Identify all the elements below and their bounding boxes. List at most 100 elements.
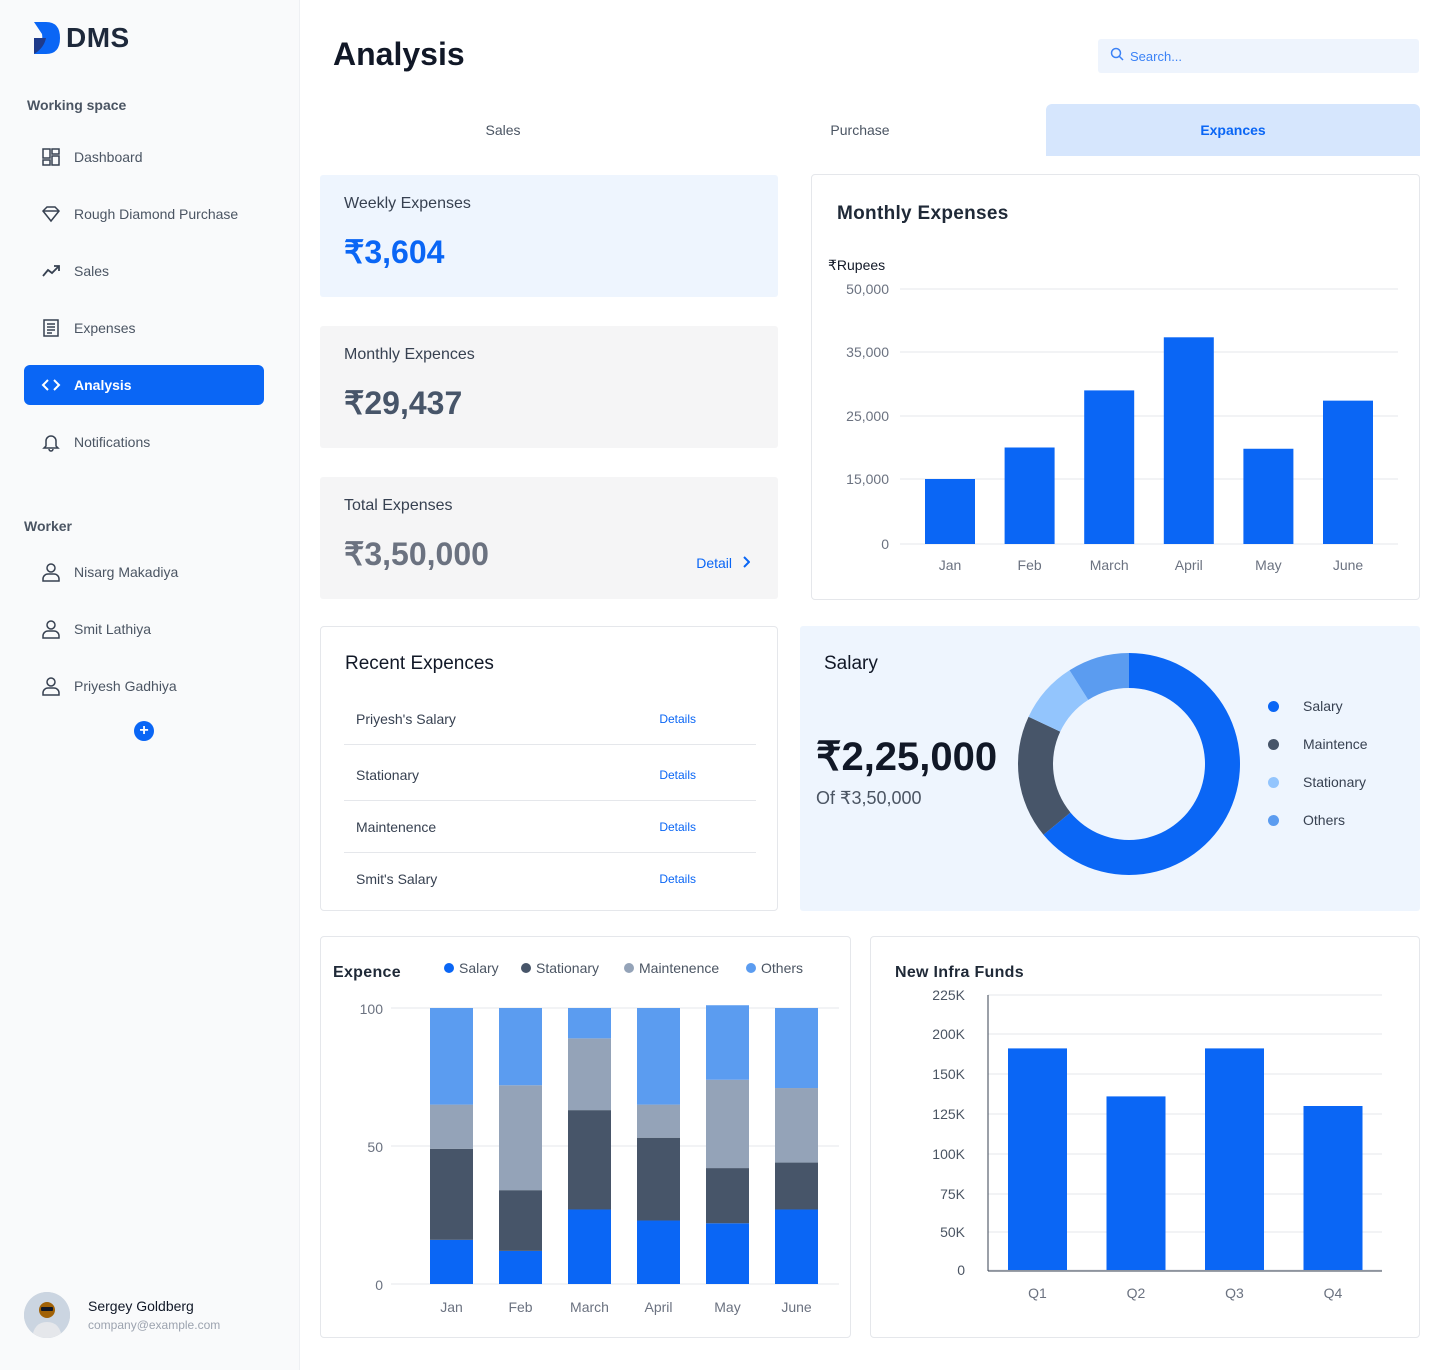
legend-dot (1268, 776, 1279, 788)
worker-item[interactable]: Priyesh Gadhiya (24, 666, 264, 706)
search-icon (1110, 47, 1124, 66)
search-bar[interactable] (1098, 39, 1419, 73)
bar-segment (499, 1008, 542, 1086)
tab-expances[interactable]: Expances (1046, 104, 1420, 156)
working-space-title: Working space (27, 97, 127, 113)
list-item: Maintenence Details (344, 801, 756, 853)
legend-dot (521, 963, 531, 973)
user-icon (40, 675, 62, 697)
bar (1243, 448, 1294, 544)
y-tick-label: 50,000 (846, 281, 889, 297)
details-link[interactable]: Details (659, 820, 696, 834)
chevron-right-icon (742, 555, 751, 571)
bar-segment (499, 1190, 542, 1251)
trend-icon (40, 260, 62, 282)
sidebar-item-notifications[interactable]: Notifications (24, 422, 264, 462)
sidebar-item-rough-diamond[interactable]: Rough Diamond Purchase (24, 194, 264, 234)
bar (1106, 1096, 1166, 1270)
stat-value: ₹29,437 (344, 385, 463, 421)
bar-segment (775, 1088, 818, 1163)
bar-segment (499, 1085, 542, 1191)
sidebar-item-sales[interactable]: Sales (24, 251, 264, 291)
bar (1323, 400, 1373, 544)
sidebar-item-dashboard[interactable]: Dashboard (24, 137, 264, 177)
x-tick-label: March (1090, 557, 1129, 573)
detail-label: Detail (696, 555, 732, 571)
bar-segment (775, 1209, 818, 1284)
avatar (24, 1292, 70, 1338)
legend-dot (1268, 700, 1279, 712)
list-item: Stationary Details (344, 749, 756, 801)
donut-slice (1018, 716, 1071, 835)
code-icon (40, 374, 62, 396)
bar-segment (706, 1079, 749, 1169)
stat-label: Monthly Expences (344, 346, 475, 363)
worker-item[interactable]: Nisarg Makadiya (24, 552, 264, 592)
worker-title: Worker (24, 518, 72, 534)
legend-label: Stationary (536, 960, 599, 976)
search-input[interactable] (1130, 48, 1390, 64)
salary-panel: Salary ₹2,25,000 Of ₹3,50,000 Salary Mai… (800, 626, 1420, 911)
legend-dot (624, 963, 634, 973)
sidebar-item-analysis[interactable]: Analysis (24, 365, 264, 405)
salary-title: Salary (824, 653, 878, 674)
weekly-expenses-card: Weekly Expenses ₹3,604 (320, 175, 778, 297)
y-tick-label: 0 (375, 1277, 383, 1293)
infra-funds-chart: 225K 200K 150K 125K 100K 75K 50K 0 Q1 Q2 Q3 Q4 (932, 987, 1382, 1301)
x-tick-label: Jan (440, 1299, 463, 1315)
y-tick-label: 50 (367, 1139, 383, 1155)
expense-name: Smit's Salary (356, 871, 438, 887)
worker-item[interactable]: Smit Lathiya (24, 609, 264, 649)
legend-dot (1268, 814, 1279, 826)
bar-segment (568, 1038, 611, 1111)
x-tick-label: May (1255, 557, 1281, 573)
stat-label: Total Expenses (344, 497, 453, 514)
expense-name: Stationary (356, 766, 420, 783)
x-tick-label: Q4 (1324, 1285, 1343, 1301)
user-name: Sergey Goldberg (88, 1298, 194, 1314)
y-tick-label: 200K (932, 1026, 965, 1042)
bar-segment (568, 1209, 611, 1284)
sidebar-item-expenses[interactable]: Expenses (24, 308, 264, 348)
add-worker-button[interactable]: + (134, 721, 154, 741)
bar (1303, 1106, 1363, 1270)
bar-segment (637, 1008, 680, 1105)
x-tick-label: March (570, 1299, 609, 1315)
bar-segment (430, 1148, 473, 1240)
list-item: Smit's Salary Details (344, 853, 756, 905)
y-tick-label: 35,000 (846, 344, 889, 360)
sidebar-item-label: Analysis (74, 377, 132, 393)
salary-donut-chart (1018, 653, 1240, 875)
x-tick-label: Q1 (1028, 1285, 1047, 1301)
legend-dot (444, 963, 454, 973)
user-email: company@example.com (88, 1318, 221, 1332)
bar (1084, 390, 1135, 544)
total-expenses-card: Total Expenses ₹3,50,000 Detail (320, 477, 778, 599)
y-tick-label: 75K (940, 1186, 966, 1202)
salary-value: ₹2,25,000 (816, 735, 998, 779)
legend-label: Others (1303, 812, 1346, 828)
details-link[interactable]: Details (659, 872, 696, 886)
monthly-expenses-panel: Monthly Expenses ₹Rupees 50,000 35,000 25,… (811, 174, 1420, 600)
x-tick-label: Feb (508, 1299, 532, 1315)
bar-segment (568, 1110, 611, 1210)
y-tick-label: 225K (932, 987, 965, 1003)
detail-link[interactable]: Detail (696, 555, 751, 571)
bar-segment (706, 1168, 749, 1224)
app-logo[interactable]: DMS (32, 20, 130, 56)
tab-purchase[interactable]: Purchase (686, 104, 1034, 156)
user-profile[interactable]: Sergey Goldberg company@example.com (24, 1292, 220, 1338)
expence-stacked-chart: Salary Stationary Maintenence Others 100 50 0 J… (360, 960, 839, 1315)
y-tick-label: 25,000 (846, 408, 889, 424)
tab-sales[interactable]: Sales (320, 104, 686, 156)
details-link[interactable]: Details (659, 768, 696, 782)
details-link[interactable]: Details (659, 712, 696, 726)
expense-name: Maintenence (356, 818, 437, 835)
x-tick-label: Q2 (1127, 1285, 1146, 1301)
bar-segment (568, 1008, 611, 1039)
legend-dot (746, 963, 756, 973)
y-tick-label: 0 (957, 1262, 965, 1278)
bar (1004, 447, 1055, 544)
stat-label: Weekly Expenses (344, 195, 471, 212)
bar-segment (706, 1223, 749, 1284)
